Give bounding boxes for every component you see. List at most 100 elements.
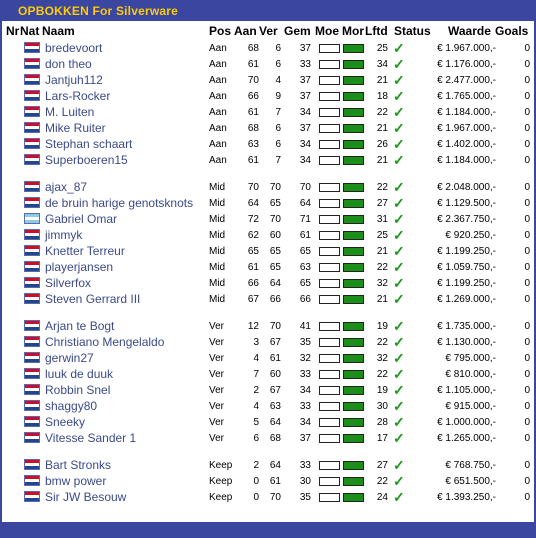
morale-bar-fill [344,141,363,148]
player-name-link[interactable]: Gabriel Omar [45,212,117,226]
player-position: Aan [209,139,227,150]
fatigue-bar [319,461,340,470]
player-name-link[interactable]: luuk de duuk [45,367,113,381]
checkmark-icon: ✓ [393,259,405,275]
player-name-link[interactable]: bmw power [45,474,106,488]
player-name-link[interactable]: Stephan schaart [45,137,132,151]
morale-bar [343,295,364,304]
player-average: 33 [299,401,311,412]
morale-bar [343,231,364,240]
player-attack: 5 [253,417,259,428]
player-name-link[interactable]: gerwin27 [45,351,94,365]
fatigue-bar [319,76,340,85]
checkmark-icon: ✓ [393,104,405,120]
player-name-link[interactable]: don theo [45,57,92,71]
fatigue-bar [319,263,340,272]
player-name-link[interactable]: Robbin Snel [45,383,110,397]
player-name-link[interactable]: Jantjuh112 [45,73,103,87]
morale-bar-fill [344,264,363,271]
player-name-link[interactable]: jimmyk [45,228,82,242]
netherlands-flag-icon [24,122,40,133]
checkmark-icon: ✓ [393,291,405,307]
player-goals: 0 [524,417,530,428]
player-defense: 61 [269,476,281,487]
player-table: Nr Nat Naam Pos Aan Ver Gem Moe Mor Lftd… [2,22,534,505]
player-age: 30 [376,401,388,412]
player-name-link[interactable]: Bart Stronks [45,458,111,472]
morale-bar-fill [344,61,363,68]
player-name-link[interactable]: Christiano Mengelaldo [45,335,164,349]
player-goals: 0 [524,401,530,412]
player-age: 21 [376,123,388,134]
table-row: Gabriel Omar Mid 72 70 71 31 ✓ € 2.367.750,- 0 [2,211,534,227]
player-position: Ver [209,353,225,364]
player-age: 22 [376,107,388,118]
checkmark-icon: ✓ [393,136,405,152]
player-goals: 0 [524,460,530,471]
player-value: € 1.105.000,- [437,385,496,396]
player-attack: 2 [253,385,259,396]
player-name-link[interactable]: Steven Gerrard III [45,292,140,306]
player-name-link[interactable]: Vitesse Sander 1 [45,431,136,445]
player-name-link[interactable]: shaggy80 [45,399,97,413]
morale-bar-fill [344,45,363,52]
player-name-link[interactable]: playerjansen [45,260,113,274]
player-average: 64 [299,198,311,209]
player-value: € 1.967.000,- [437,123,496,134]
player-defense: 6 [275,43,281,54]
player-name-link[interactable]: bredevoort [45,41,102,55]
player-value: € 1.765.000,- [437,91,496,102]
fatigue-bar [319,156,340,165]
player-defense: 70 [269,321,281,332]
player-goals: 0 [524,353,530,364]
netherlands-flag-icon [24,106,40,117]
netherlands-flag-icon [24,58,40,69]
morale-bar-fill [344,280,363,287]
player-name-link[interactable]: Silverfox [45,276,91,290]
player-name-link[interactable]: M. Luiten [45,105,94,119]
player-age: 22 [376,369,388,380]
player-goals: 0 [524,139,530,150]
player-goals: 0 [524,230,530,241]
header-mor: Mor [342,24,364,38]
player-name-link[interactable]: de bruin harige genotsknots [45,196,193,210]
morale-bar-fill [344,419,363,426]
fatigue-bar [319,370,340,379]
player-name-link[interactable]: Superboeren15 [45,153,128,167]
player-average: 33 [299,369,311,380]
morale-bar [343,124,364,133]
checkmark-icon: ✓ [393,56,405,72]
player-defense: 61 [269,353,281,364]
player-age: 32 [376,278,388,289]
player-attack: 61 [247,59,259,70]
player-defense: 7 [275,155,281,166]
player-age: 21 [376,75,388,86]
netherlands-flag-icon [24,245,40,256]
player-name-link[interactable]: Mike Ruiter [45,121,106,135]
morale-bar [343,60,364,69]
header-aan: Aan [234,24,257,38]
player-name-link[interactable]: Sneeky [45,415,85,429]
morale-bar [343,108,364,117]
morale-bar [343,199,364,208]
player-attack: 65 [247,246,259,257]
netherlands-flag-icon [24,261,40,272]
player-value: € 651.500,- [445,476,496,487]
player-name-link[interactable]: Lars-Rocker [45,89,110,103]
morale-bar-fill [344,157,363,164]
player-name-link[interactable]: Sir JW Besouw [45,490,126,504]
player-average: 37 [299,75,311,86]
player-name-link[interactable]: Knetter Terreur [45,244,125,258]
player-name-link[interactable]: ajax_87 [45,180,87,194]
player-value: € 795.000,- [445,353,496,364]
player-name-link[interactable]: Arjan te Bogt [45,319,114,333]
checkmark-icon: ✓ [393,243,405,259]
player-defense: 60 [269,369,281,380]
player-position: Ver [209,401,225,412]
player-value: € 1.184.000,- [437,107,496,118]
checkmark-icon: ✓ [393,398,405,414]
player-average: 37 [299,43,311,54]
morale-bar [343,434,364,443]
